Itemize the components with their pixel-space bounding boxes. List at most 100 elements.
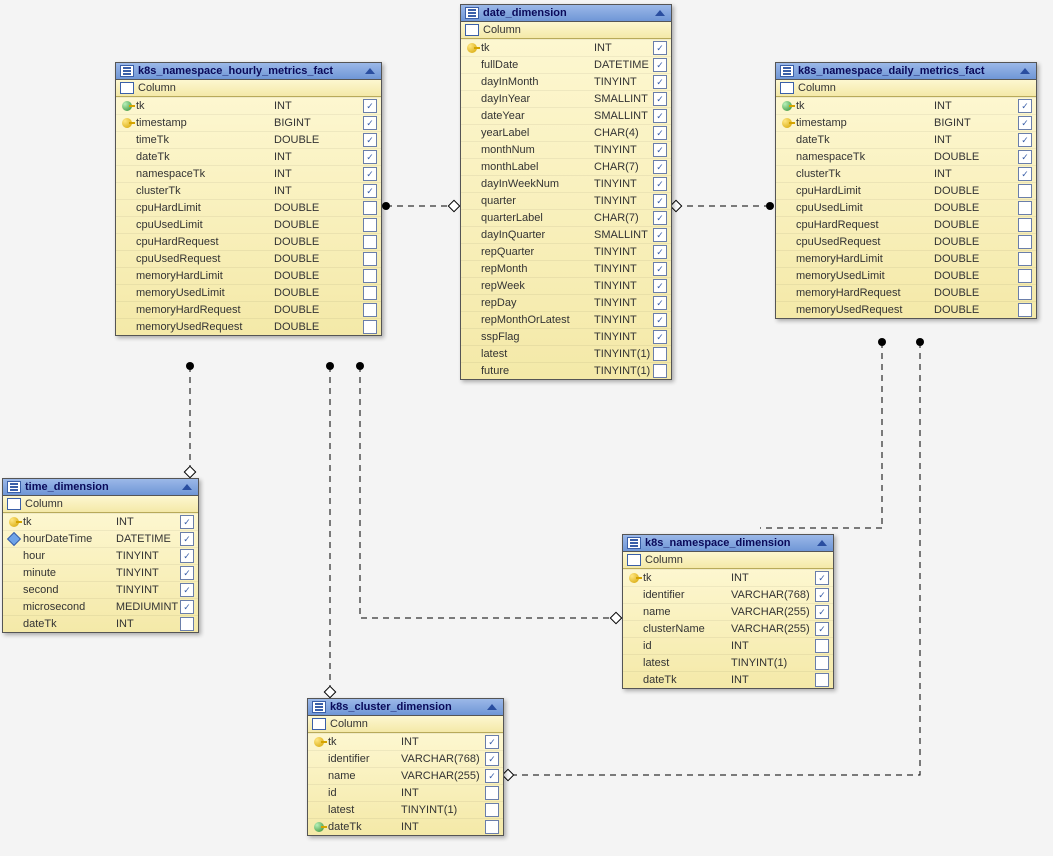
nullable-checkbox[interactable] [1018,252,1032,266]
entity-cluster[interactable]: k8s_cluster_dimension Column tk INT iden… [307,698,504,836]
column-row[interactable]: minute TINYINT [3,564,198,581]
nullable-checkbox[interactable] [1018,303,1032,317]
column-row[interactable]: latest TINYINT(1) [461,345,671,362]
column-row[interactable]: namespaceTk DOUBLE [776,148,1036,165]
column-row[interactable]: yearLabel CHAR(4) [461,124,671,141]
column-row[interactable]: repQuarter TINYINT [461,243,671,260]
column-row[interactable]: microsecond MEDIUMINT [3,598,198,615]
nullable-checkbox[interactable] [653,347,667,361]
nullable-checkbox[interactable] [363,252,377,266]
column-row[interactable]: hour TINYINT [3,547,198,564]
nullable-checkbox[interactable] [653,228,667,242]
column-row[interactable]: cpuUsedLimit DOUBLE [116,216,381,233]
nullable-checkbox[interactable] [1018,269,1032,283]
nullable-checkbox[interactable] [815,656,829,670]
column-row[interactable]: repDay TINYINT [461,294,671,311]
nullable-checkbox[interactable] [1018,133,1032,147]
collapse-icon[interactable] [817,540,827,546]
nullable-checkbox[interactable] [180,583,194,597]
nullable-checkbox[interactable] [653,41,667,55]
nullable-checkbox[interactable] [485,735,499,749]
nullable-checkbox[interactable] [363,150,377,164]
nullable-checkbox[interactable] [363,184,377,198]
column-row[interactable]: timestamp BIGINT [116,114,381,131]
nullable-checkbox[interactable] [485,786,499,800]
nullable-checkbox[interactable] [653,177,667,191]
column-row[interactable]: latest TINYINT(1) [623,654,833,671]
column-row[interactable]: cpuHardLimit DOUBLE [776,182,1036,199]
nullable-checkbox[interactable] [815,639,829,653]
nullable-checkbox[interactable] [363,167,377,181]
nullable-checkbox[interactable] [485,803,499,817]
column-row[interactable]: clusterTk INT [116,182,381,199]
column-row[interactable]: memoryHardLimit DOUBLE [116,267,381,284]
nullable-checkbox[interactable] [363,116,377,130]
column-row[interactable]: dayInWeekNum TINYINT [461,175,671,192]
column-row[interactable]: dayInMonth TINYINT [461,73,671,90]
column-row[interactable]: cpuHardRequest DOUBLE [116,233,381,250]
nullable-checkbox[interactable] [1018,201,1032,215]
nullable-checkbox[interactable] [815,571,829,585]
column-row[interactable]: monthLabel CHAR(7) [461,158,671,175]
nullable-checkbox[interactable] [363,133,377,147]
nullable-checkbox[interactable] [180,532,194,546]
section-header[interactable]: Column [623,552,833,569]
nullable-checkbox[interactable] [653,143,667,157]
column-row[interactable]: memoryUsedLimit DOUBLE [776,267,1036,284]
nullable-checkbox[interactable] [363,269,377,283]
nullable-checkbox[interactable] [180,549,194,563]
column-row[interactable]: monthNum TINYINT [461,141,671,158]
nullable-checkbox[interactable] [363,99,377,113]
nullable-checkbox[interactable] [815,673,829,687]
nullable-checkbox[interactable] [1018,167,1032,181]
nullable-checkbox[interactable] [1018,150,1032,164]
column-row[interactable]: timestamp BIGINT [776,114,1036,131]
nullable-checkbox[interactable] [815,622,829,636]
column-row[interactable]: repMonthOrLatest TINYINT [461,311,671,328]
column-row[interactable]: fullDate DATETIME [461,56,671,73]
column-row[interactable]: memoryHardLimit DOUBLE [776,250,1036,267]
column-row[interactable]: tk INT [461,39,671,56]
nullable-checkbox[interactable] [1018,218,1032,232]
entity-date[interactable]: date_dimension Column tk INT fullDate DA… [460,4,672,380]
column-row[interactable]: future TINYINT(1) [461,362,671,379]
nullable-checkbox[interactable] [1018,99,1032,113]
nullable-checkbox[interactable] [485,820,499,834]
nullable-checkbox[interactable] [815,588,829,602]
nullable-checkbox[interactable] [363,218,377,232]
entity-time[interactable]: time_dimension Column tk INT hourDateTim… [2,478,199,633]
column-row[interactable]: clusterName VARCHAR(255) [623,620,833,637]
nullable-checkbox[interactable] [180,566,194,580]
column-row[interactable]: dateTk INT [776,131,1036,148]
entity-title-bar[interactable]: time_dimension [3,479,198,496]
nullable-checkbox[interactable] [1018,235,1032,249]
nullable-checkbox[interactable] [653,296,667,310]
nullable-checkbox[interactable] [363,303,377,317]
nullable-checkbox[interactable] [653,245,667,259]
column-row[interactable]: cpuHardRequest DOUBLE [776,216,1036,233]
column-row[interactable]: clusterTk INT [776,165,1036,182]
column-row[interactable]: dateTk INT [116,148,381,165]
column-row[interactable]: memoryHardRequest DOUBLE [116,301,381,318]
column-row[interactable]: memoryUsedRequest DOUBLE [116,318,381,335]
nullable-checkbox[interactable] [653,109,667,123]
column-row[interactable]: dateYear SMALLINT [461,107,671,124]
nullable-checkbox[interactable] [653,279,667,293]
column-row[interactable]: name VARCHAR(255) [308,767,503,784]
column-row[interactable]: id INT [623,637,833,654]
collapse-icon[interactable] [182,484,192,490]
nullable-checkbox[interactable] [180,600,194,614]
column-row[interactable]: hourDateTime DATETIME [3,530,198,547]
entity-title-bar[interactable]: k8s_namespace_hourly_metrics_fact [116,63,381,80]
entity-title-bar[interactable]: date_dimension [461,5,671,22]
column-row[interactable]: dateTk INT [3,615,198,632]
nullable-checkbox[interactable] [653,126,667,140]
entity-title-bar[interactable]: k8s_namespace_dimension [623,535,833,552]
column-row[interactable]: tk INT [623,569,833,586]
column-row[interactable]: timeTk DOUBLE [116,131,381,148]
nullable-checkbox[interactable] [653,58,667,72]
column-row[interactable]: cpuUsedLimit DOUBLE [776,199,1036,216]
column-row[interactable]: cpuHardLimit DOUBLE [116,199,381,216]
collapse-icon[interactable] [1020,68,1030,74]
column-row[interactable]: memoryUsedRequest DOUBLE [776,301,1036,318]
